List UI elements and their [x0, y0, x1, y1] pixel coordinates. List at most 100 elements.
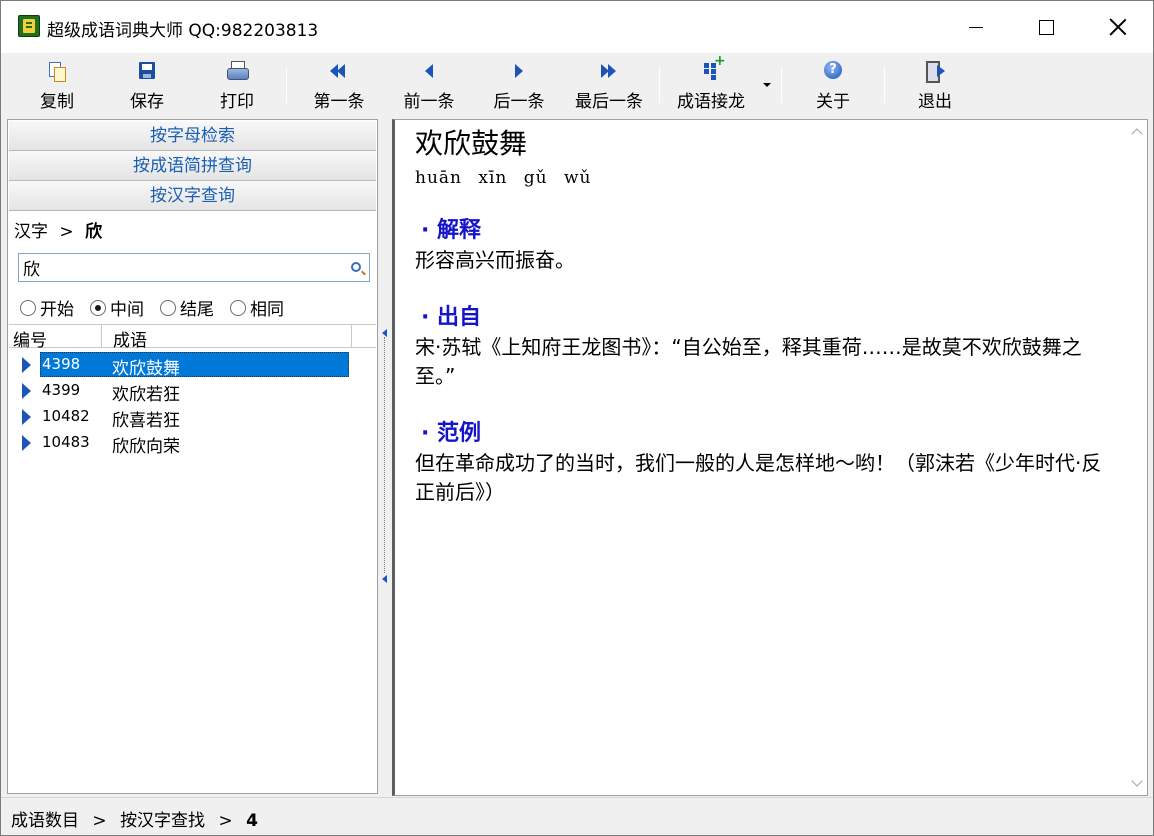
list-item[interactable]: 10483 欣欣向荣 [9, 430, 376, 457]
match-position-radios: 开始 中间 结尾 相同 [20, 295, 300, 320]
row-id: 4398 [42, 355, 81, 373]
maximize-icon [1038, 19, 1054, 35]
source-heading: · 出自 [421, 305, 482, 330]
list-item[interactable]: 4398 欢欣鼓舞 [9, 352, 376, 379]
idiom-list: 4398 欢欣鼓舞 4399 欢欣若狂 10482 欣喜若狂 10483 欣欣向… [9, 352, 376, 457]
close-button[interactable] [1083, 1, 1153, 53]
minimize-icon [969, 26, 983, 28]
next-record-label: 后一条 [493, 92, 545, 112]
search-panel: 按字母检索 按成语简拼查询 按汉字查询 汉字 > 欣 开始 中间 结尾 [7, 119, 378, 794]
maximize-button[interactable] [1011, 1, 1081, 53]
toolbar: 复制 保存 打印 第一条 前一条 后一条 最后一条 + 成语接龙 ? 关于 退出 [1, 53, 1153, 117]
first-record-label: 第一条 [313, 92, 365, 112]
last-record-label: 最后一条 [575, 92, 643, 112]
about-label: 关于 [816, 92, 850, 112]
breadcrumb-current: 欣 [85, 222, 103, 242]
detail-panel: 欢欣鼓舞 huān xīn gǔ wǔ · 解释 形容高兴而振奋。 · 出自 宋… [392, 119, 1148, 796]
save-label: 保存 [130, 92, 164, 112]
status-breadcrumb: 成语数目 > 按汉字查找 > 4 [11, 806, 258, 831]
source-text: 宋·苏轼《上知府王龙图书》：“自公始至，释其重荷……是故莫不欢欣鼓舞之至。” [415, 335, 1082, 388]
breadcrumb-prefix: 汉字 [14, 222, 48, 242]
toolbar-separator [781, 67, 782, 103]
radio-end[interactable]: 结尾 [160, 295, 214, 320]
list-item[interactable]: 10482 欣喜若狂 [9, 404, 376, 431]
save-icon [138, 59, 156, 83]
row-arrow-icon [22, 357, 31, 373]
toolbar-separator [286, 67, 287, 103]
radio-start-label: 开始 [40, 300, 74, 320]
print-button[interactable]: 打印 [215, 59, 259, 113]
prev-record-icon [422, 59, 436, 83]
row-idiom: 欣欣向荣 [112, 437, 180, 457]
idiom-title: 欢欣鼓舞 [415, 127, 528, 160]
splitter-grip[interactable] [384, 337, 386, 573]
column-header-idiom[interactable]: 成语 [113, 326, 147, 351]
app-book-icon [18, 15, 40, 37]
next-record-icon [512, 59, 526, 83]
status-mode: 按汉字查找 [120, 811, 206, 831]
collapse-left-arrow-icon[interactable] [382, 575, 387, 583]
idiom-chain-icon [701, 53, 726, 83]
last-record-button[interactable]: 最后一条 [569, 59, 649, 113]
toolbar-separator [884, 67, 885, 103]
idiom-chain-button[interactable]: 成语接龙 [669, 53, 753, 113]
search-icon[interactable] [351, 262, 361, 272]
minimize-button[interactable] [941, 1, 1011, 53]
search-by-char-button[interactable]: 按汉字查询 [9, 181, 376, 211]
search-by-letter-button[interactable]: 按字母检索 [9, 121, 376, 151]
radio-start[interactable]: 开始 [20, 295, 74, 320]
row-idiom: 欢欣若狂 [112, 385, 180, 405]
app-window: 超级成语词典大师 QQ:982203813 复制 保存 打印 第一条 前一条 后… [0, 0, 1154, 836]
last-record-icon [598, 59, 620, 83]
column-header-id[interactable]: 编号 [13, 326, 47, 351]
detail-content: 欢欣鼓舞 huān xīn gǔ wǔ · 解释 形容高兴而振奋。 · 出自 宋… [415, 126, 1105, 507]
save-button[interactable]: 保存 [125, 59, 169, 113]
radio-circle-selected[interactable] [90, 299, 106, 316]
next-record-button[interactable]: 后一条 [489, 59, 549, 113]
status-label: 成语数目 [11, 811, 79, 831]
search-field[interactable] [18, 253, 370, 282]
radio-circle[interactable] [230, 299, 246, 316]
vertical-scrollbar[interactable] [1129, 120, 1147, 795]
prev-record-button[interactable]: 前一条 [399, 59, 459, 113]
copy-button[interactable]: 复制 [35, 59, 79, 113]
radio-same[interactable]: 相同 [230, 295, 284, 320]
row-arrow-icon [22, 383, 31, 399]
row-arrow-icon [22, 435, 31, 451]
exit-button[interactable]: 退出 [913, 59, 957, 113]
radio-middle[interactable]: 中间 [90, 295, 144, 320]
radio-circle[interactable] [20, 299, 36, 316]
status-separator: > [92, 811, 107, 831]
row-idiom: 欢欣鼓舞 [112, 359, 180, 379]
about-button[interactable]: 关于 [811, 59, 855, 113]
column-divider[interactable] [101, 325, 102, 348]
search-input[interactable] [23, 256, 343, 279]
explain-heading: · 解释 [421, 218, 482, 243]
radio-circle[interactable] [160, 299, 176, 316]
print-icon [226, 59, 249, 83]
selection-highlight [40, 352, 349, 377]
list-item[interactable]: 4399 欢欣若狂 [9, 378, 376, 405]
exit-label: 退出 [918, 92, 952, 112]
scroll-up-icon[interactable] [1131, 128, 1143, 140]
breadcrumb-separator: > [59, 222, 74, 242]
first-record-button[interactable]: 第一条 [309, 59, 369, 113]
chain-dropdown-arrow-icon[interactable] [763, 83, 771, 87]
collapse-left-arrow-icon[interactable] [382, 329, 387, 337]
status-separator: > [218, 811, 233, 831]
example-text: 但在革命成功了的当时，我们一般的人是怎样地～哟！（郭沫若《少年时代·反正前后》） [415, 451, 1102, 504]
column-divider[interactable] [351, 325, 352, 348]
panel-splitter[interactable] [379, 119, 391, 794]
scroll-down-icon[interactable] [1131, 775, 1143, 787]
search-by-abbr-button[interactable]: 按成语简拼查询 [9, 151, 376, 181]
copy-label: 复制 [40, 92, 74, 112]
idiom-pinyin: huān xīn gǔ wǔ [415, 168, 592, 188]
first-record-icon [328, 59, 350, 83]
close-icon [1109, 18, 1127, 36]
radio-end-label: 结尾 [180, 300, 214, 320]
help-icon [823, 59, 843, 83]
status-bar: 成语数目 > 按汉字查找 > 4 [1, 797, 1153, 835]
title-bar: 超级成语词典大师 QQ:982203813 [1, 1, 1153, 53]
copy-icon [48, 59, 66, 83]
example-heading: · 范例 [421, 421, 482, 446]
